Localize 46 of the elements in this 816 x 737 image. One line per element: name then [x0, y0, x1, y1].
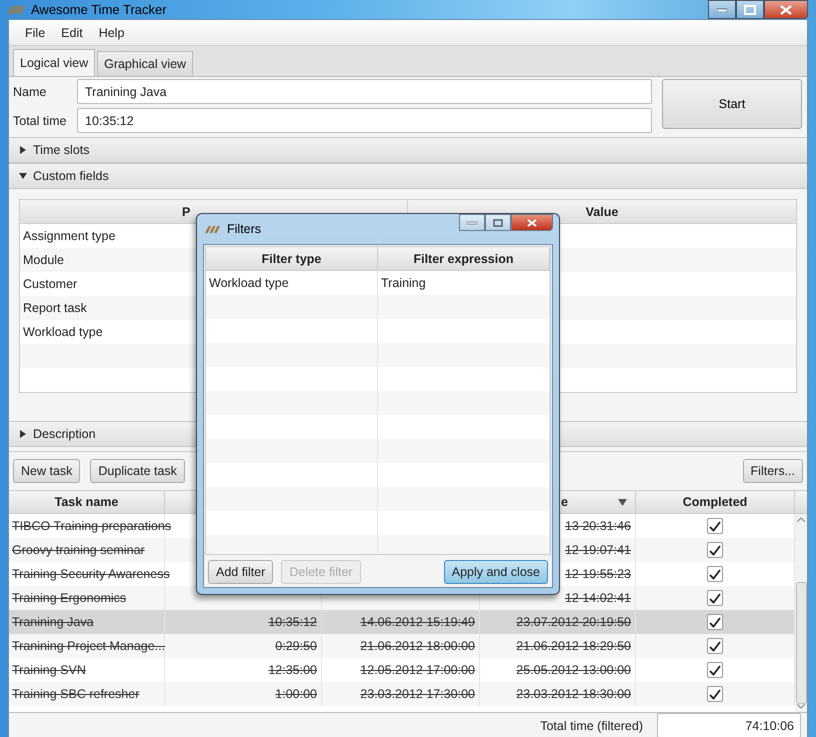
- table-cell: 0:29:50: [275, 639, 317, 653]
- table-cell: 23.07.2012 20:19:50: [516, 615, 631, 629]
- task-name: Training Ergonomics: [12, 591, 126, 605]
- column-header: Task name: [54, 495, 118, 509]
- table-cell: 12 19:55:23: [564, 567, 631, 581]
- section-title: Custom fields: [33, 169, 109, 183]
- table-cell: 21.06.2012 18:00:00: [360, 639, 475, 653]
- table-cell: Assignment type: [23, 229, 116, 243]
- table-cell: Customer: [23, 277, 78, 291]
- section-title: Description: [33, 427, 96, 441]
- table-cell: 12.05.2012 17:00:00: [360, 663, 475, 677]
- table-cell: 10:35:12: [268, 615, 317, 629]
- table-cell: Workload type: [209, 276, 289, 290]
- task-name: Tranining Project Manage...: [12, 639, 166, 653]
- window-title: Awesome Time Tracker: [31, 2, 167, 17]
- table-cell: 12 19:07:41: [564, 543, 631, 557]
- table-cell: 23.03.2012 18:30:00: [516, 687, 631, 701]
- task-name: TIBCO Training preparations: [12, 519, 172, 533]
- column-header: Completed: [682, 495, 748, 509]
- task-name: Tranining Java: [12, 615, 94, 629]
- table-cell: 13 20:31:46: [564, 519, 631, 533]
- task-name: Training SVN: [12, 663, 86, 677]
- column-header: e: [561, 495, 568, 509]
- section-title: Time slots: [33, 143, 90, 157]
- column-header: Filter type: [262, 252, 322, 266]
- table-cell: 1:00:00: [275, 687, 317, 701]
- column-header: Filter expression: [413, 252, 514, 266]
- dialog-title: Filters: [227, 222, 262, 236]
- table-cell: 12 14:02:41: [564, 591, 631, 605]
- table-cell: 25.05.2012 13:00:00: [516, 663, 631, 677]
- task-name: Training SBC refresher: [12, 687, 140, 701]
- total-label: Total time (filtered): [540, 718, 643, 732]
- table-cell: Training: [381, 276, 426, 290]
- table-cell: 21.06.2012 18:29:50: [516, 639, 631, 653]
- table-cell: 14.06.2012 15:19:49: [360, 615, 475, 629]
- task-name: Training Security Awareness: [12, 567, 170, 581]
- table-cell: 23.03.2012 17:30:00: [360, 687, 475, 701]
- field-label: Total time: [13, 114, 68, 128]
- column-header: Value: [586, 204, 618, 218]
- table-cell: Workload type: [23, 325, 103, 339]
- table-cell: Report task: [23, 301, 87, 315]
- table-cell: 12:35:00: [268, 663, 317, 677]
- task-name: Groovy training seminar: [12, 543, 145, 557]
- column-header: P: [182, 204, 190, 218]
- table-cell: Module: [23, 253, 64, 267]
- field-label: Name: [13, 84, 48, 98]
